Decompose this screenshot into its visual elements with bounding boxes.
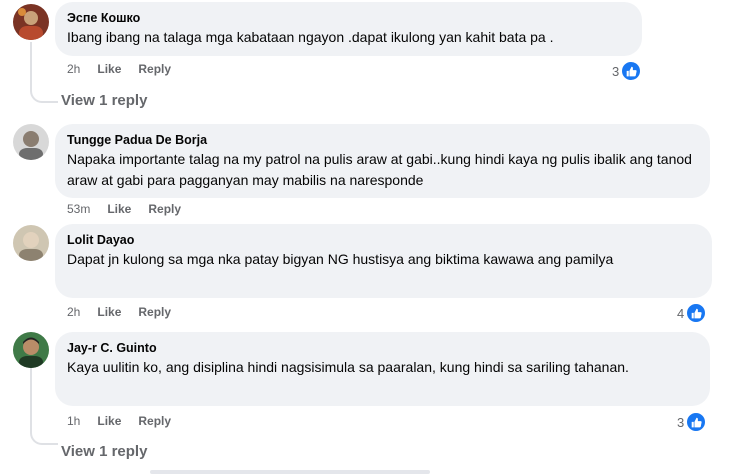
next-item-edge (150, 470, 430, 474)
reaction-summary[interactable]: 3 (677, 412, 707, 432)
comment-author[interactable]: Tungge Padua De Borja (67, 132, 698, 148)
avatar-image (13, 225, 49, 261)
comment-actions: 2h Like Reply (67, 305, 171, 319)
comment-text: Napaka importante talag na my patrol na … (67, 151, 692, 188)
like-button[interactable]: Like (97, 414, 121, 428)
comment-actions: 53m Like Reply (67, 202, 181, 216)
comment-timestamp[interactable]: 2h (67, 305, 80, 319)
view-replies-link[interactable]: View 1 reply (61, 92, 147, 109)
reaction-count: 3 (677, 414, 685, 430)
comment-text: Kaya uulitin ko, ang disiplina hindi nag… (67, 359, 629, 375)
avatar[interactable] (13, 4, 49, 40)
view-replies-link[interactable]: View 1 reply (61, 443, 147, 460)
avatar[interactable] (13, 332, 49, 368)
avatar-image (13, 332, 49, 368)
reaction-summary[interactable]: 4 (677, 303, 707, 323)
comment-actions: 2h Like Reply (67, 62, 171, 76)
comment-actions: 1h Like Reply (67, 414, 171, 428)
comment-bubble: Jay-r C. Guinto Kaya uulitin ko, ang dis… (55, 332, 710, 406)
reaction-summary[interactable]: 3 (612, 61, 642, 81)
reply-button[interactable]: Reply (148, 202, 181, 216)
comment-bubble: Эспе Кошко Ibang ibang na talaga mga kab… (55, 2, 642, 56)
avatar-image (13, 4, 49, 40)
like-button[interactable]: Like (97, 62, 121, 76)
thread-connector (30, 42, 32, 84)
thread-connector (30, 368, 32, 426)
comment-text: Ibang ibang na talaga mga kabataan ngayo… (67, 29, 554, 45)
comment-timestamp[interactable]: 1h (67, 414, 80, 428)
comment-author[interactable]: Jay-r C. Guinto (67, 340, 698, 356)
comment-timestamp[interactable]: 53m (67, 202, 90, 216)
thumbs-up-icon (686, 412, 707, 432)
thumbs-up-icon (686, 303, 707, 323)
reaction-count: 4 (677, 305, 685, 321)
avatar-image (13, 124, 49, 160)
comment-bubble: Lolit Dayao Dapat jn kulong sa mga nka p… (55, 224, 712, 298)
comment-timestamp[interactable]: 2h (67, 62, 80, 76)
like-button[interactable]: Like (107, 202, 131, 216)
avatar[interactable] (13, 225, 49, 261)
reply-button[interactable]: Reply (138, 305, 171, 319)
avatar[interactable] (13, 124, 49, 160)
reply-branch-connector (30, 83, 58, 103)
thumbs-up-icon (621, 61, 642, 81)
reaction-count: 3 (612, 63, 620, 79)
comment-bubble: Tungge Padua De Borja Napaka importante … (55, 124, 710, 198)
comment-author[interactable]: Lolit Dayao (67, 232, 700, 248)
comment-text: Dapat jn kulong sa mga nka patay bigyan … (67, 251, 614, 267)
like-button[interactable]: Like (97, 305, 121, 319)
comment-author[interactable]: Эспе Кошко (67, 10, 630, 26)
reply-button[interactable]: Reply (138, 62, 171, 76)
reply-button[interactable]: Reply (138, 414, 171, 428)
reply-branch-connector (30, 425, 58, 445)
